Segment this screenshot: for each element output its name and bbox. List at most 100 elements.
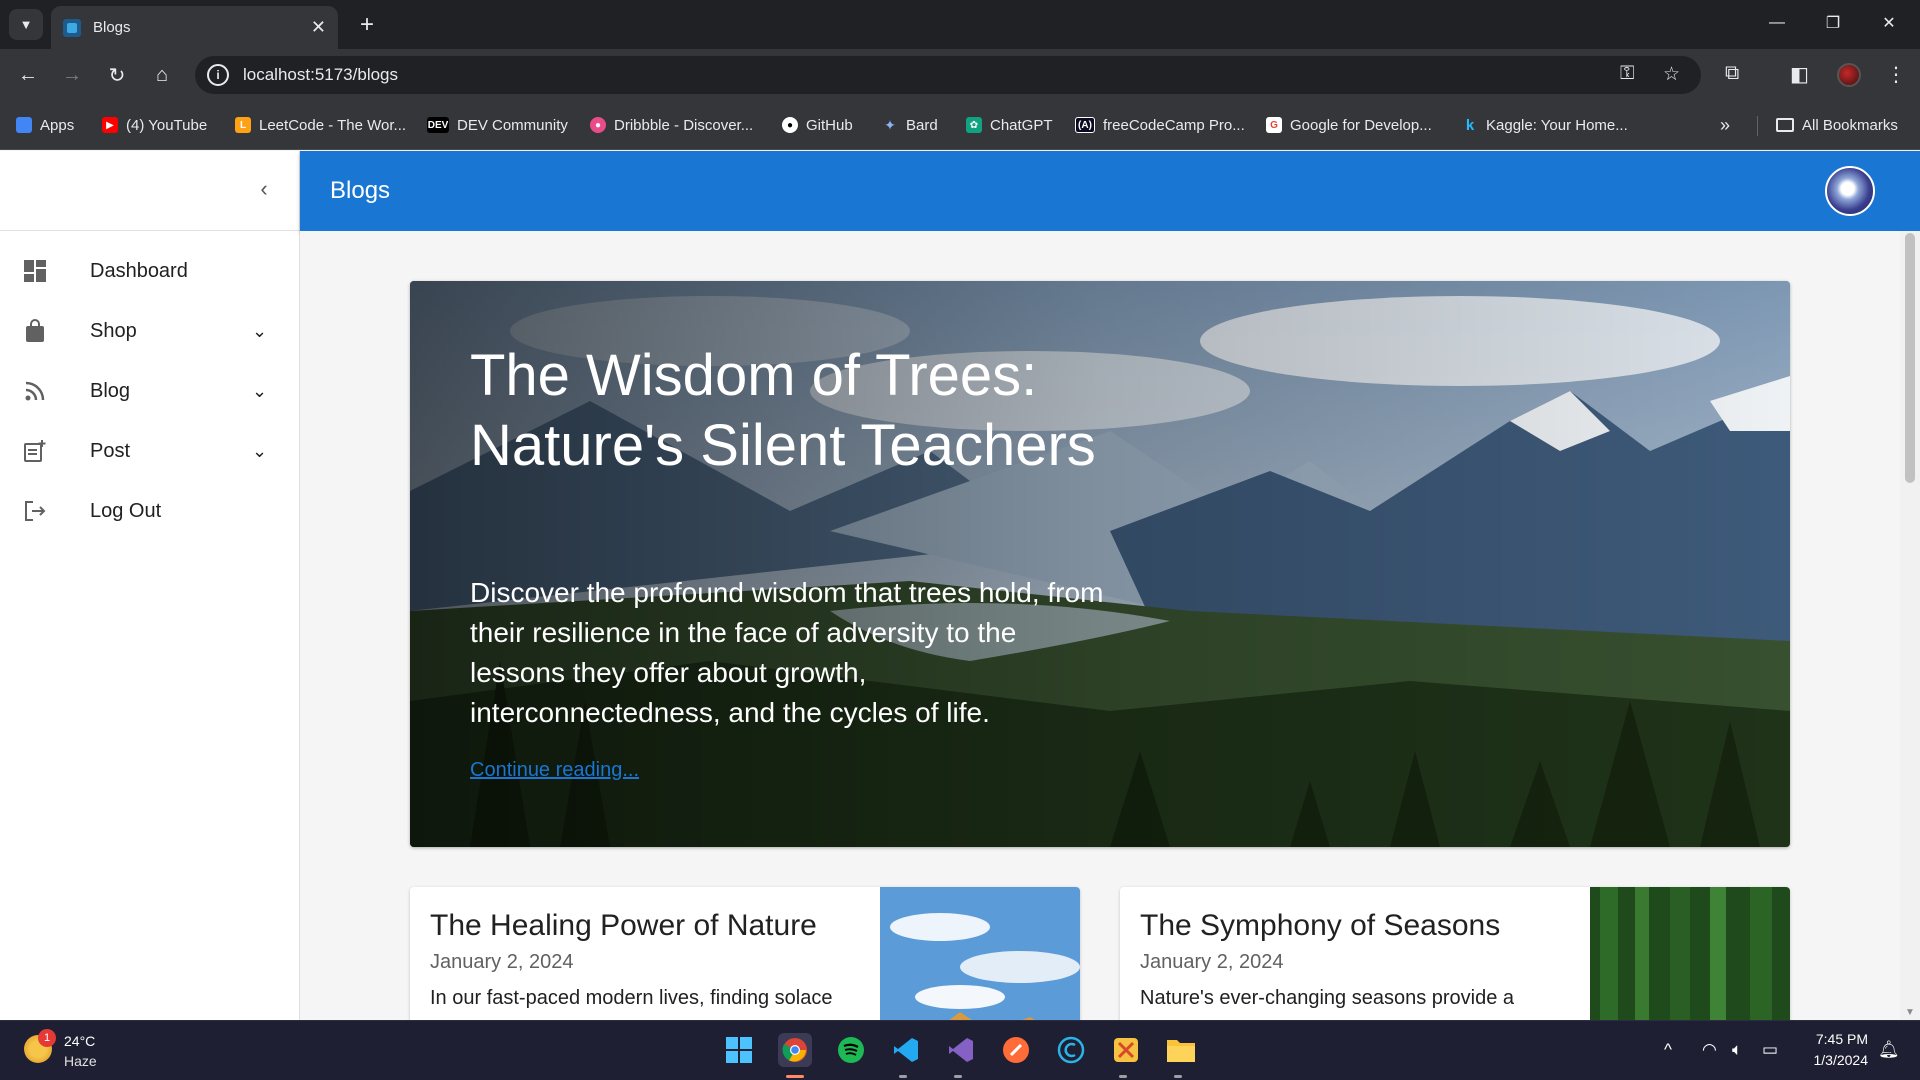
bookmark-chatgpt[interactable]: ✿ ChatGPT — [966, 115, 1053, 135]
kaggle-icon: k — [1465, 116, 1475, 134]
running-app-indicator — [1174, 1075, 1182, 1078]
bookmark-label: Kaggle: Your Home... — [1486, 116, 1628, 134]
wifi-icon[interactable]: ◠ — [1702, 1040, 1717, 1060]
visual-studio-taskbar-button[interactable] — [944, 1033, 978, 1067]
post-excerpt: Nature's ever-changing seasons provide a — [1140, 987, 1515, 1009]
bookmark-apps[interactable]: Apps — [16, 115, 74, 135]
bookmark-label: Bard — [906, 116, 938, 134]
chatgpt-icon: ✿ — [966, 117, 982, 133]
bookmark-freecodecamp[interactable]: (A) freeCodeCamp Pro... — [1075, 115, 1245, 135]
address-bar[interactable]: i localhost:5173/blogs ⚿ ☆ — [195, 56, 1701, 94]
vscode-taskbar-button[interactable] — [889, 1033, 923, 1067]
extensions-icon[interactable]: ⧉ — [1725, 62, 1739, 85]
clock-date[interactable]: 1/3/2024 — [1796, 1052, 1869, 1068]
site-info-icon[interactable]: i — [207, 64, 229, 86]
sidebar-item-blog[interactable]: Blog ⌄ — [0, 361, 300, 421]
home-icon: ⌂ — [155, 63, 169, 86]
postman-icon — [1003, 1037, 1029, 1063]
bookmark-dev-community[interactable]: DEV DEV Community — [427, 115, 568, 135]
tab-title: Blogs — [93, 19, 131, 36]
forward-button[interactable]: → — [56, 59, 88, 91]
sidebar-item-label: Log Out — [90, 499, 162, 522]
bookmark-dribbble[interactable]: ● Dribbble - Discover... — [590, 115, 753, 135]
sidebar-item-label: Dashboard — [90, 259, 188, 282]
sidebar-item-shop[interactable]: Shop ⌄ — [0, 301, 300, 361]
url-text[interactable]: localhost:5173/blogs — [243, 65, 398, 85]
post-card[interactable]: The Healing Power of Nature January 2, 2… — [410, 887, 1080, 1020]
new-tab-button[interactable]: + — [352, 10, 382, 40]
c-app-icon — [1057, 1036, 1085, 1064]
battery-icon[interactable]: ▭ — [1762, 1040, 1778, 1060]
browser-tab-strip: ▼ Blogs ✕ + — ❐ ✕ — [0, 0, 1920, 49]
sidebar-item-post[interactable]: Post ⌄ — [0, 421, 300, 481]
chevron-up-icon[interactable]: ^ — [1664, 1040, 1672, 1060]
chevron-down-icon: ▼ — [19, 17, 33, 32]
sidebar-item-label: Shop — [90, 319, 137, 342]
bookmark-leetcode[interactable]: L LeetCode - The Wor... — [235, 115, 406, 135]
bookmarks-overflow-button[interactable]: » — [1720, 115, 1730, 135]
scrollbar-thumb[interactable] — [1905, 233, 1915, 483]
more-menu-icon[interactable]: ⋮ — [1886, 62, 1906, 87]
dashboard-icon — [22, 258, 48, 284]
tab-close-icon[interactable]: ✕ — [311, 17, 326, 38]
chrome-taskbar-button[interactable] — [778, 1033, 812, 1067]
windows-logo-icon — [726, 1037, 752, 1063]
scroll-down-arrow-icon[interactable]: ▼ — [1904, 1007, 1916, 1018]
chevron-down-icon[interactable]: ⌄ — [252, 441, 267, 462]
side-panel-icon[interactable]: ◧ — [1790, 62, 1809, 87]
post-card[interactable]: The Symphony of Seasons January 2, 2024 … — [1120, 887, 1790, 1020]
weather-condition[interactable]: Haze — [64, 1053, 97, 1069]
volume-icon[interactable]: 🔈︎ — [1732, 1040, 1742, 1060]
snipping-tool-icon — [1114, 1038, 1138, 1062]
cursor-app-taskbar-button[interactable] — [1054, 1033, 1088, 1067]
apps-grid-icon — [16, 117, 32, 133]
restore-button[interactable]: ❐ — [1810, 8, 1856, 38]
running-app-indicator — [899, 1075, 907, 1078]
close-window-button[interactable]: ✕ — [1866, 8, 1912, 38]
sidebar: ‹ Dashboard Shop ⌄ Blog ⌄ Post ⌄ Log Out — [0, 151, 300, 1020]
tab-search-button[interactable]: ▼ — [9, 9, 43, 40]
post-title: The Symphony of Seasons — [1140, 909, 1501, 942]
weather-temperature[interactable]: 24°C — [64, 1033, 95, 1049]
bard-sparkle-icon: ✦ — [884, 116, 896, 133]
visual-studio-icon — [949, 1038, 973, 1062]
sidebar-collapse-button[interactable]: ‹ — [250, 175, 278, 203]
bookmark-youtube[interactable]: ▶ (4) YouTube — [102, 115, 207, 135]
continue-reading-link[interactable]: Continue reading... — [470, 759, 639, 782]
logout-icon — [22, 498, 48, 524]
sidebar-item-dashboard[interactable]: Dashboard — [0, 241, 300, 301]
notification-bell-icon[interactable]: 🔔︎ — [1878, 1040, 1900, 1060]
home-button[interactable]: ⌂ — [146, 59, 178, 91]
back-button[interactable]: ← — [12, 59, 44, 91]
clock-time[interactable]: 7:45 PM — [1808, 1031, 1868, 1047]
folder-icon — [1776, 118, 1794, 132]
all-bookmarks-button[interactable]: All Bookmarks — [1776, 115, 1898, 135]
reload-button[interactable]: ↻ — [101, 59, 133, 91]
windows-taskbar: 1 24°C Haze ^ ◠ 🔈︎ ▭ 7:45 PM 1/3/2024 🔔︎ — [0, 1020, 1920, 1080]
start-button[interactable] — [722, 1033, 756, 1067]
bookmark-github[interactable]: ● GitHub — [782, 115, 853, 135]
weather-badge: 1 — [38, 1029, 56, 1047]
chevron-down-icon[interactable]: ⌄ — [252, 381, 267, 402]
page-scrollbar[interactable]: ▼ — [1900, 231, 1920, 1020]
arrow-right-icon: → — [62, 63, 82, 86]
sidebar-item-logout[interactable]: Log Out — [0, 481, 300, 541]
browser-tab-active[interactable]: Blogs ✕ — [51, 6, 338, 49]
bookmark-google-developers[interactable]: G Google for Develop... — [1266, 115, 1432, 135]
minimize-button[interactable]: — — [1754, 8, 1800, 38]
shopping-bag-icon — [22, 318, 48, 344]
bookmark-bard[interactable]: ✦ Bard — [882, 115, 938, 135]
file-explorer-taskbar-button[interactable] — [1164, 1033, 1198, 1067]
postman-taskbar-button[interactable] — [999, 1033, 1033, 1067]
profile-avatar[interactable] — [1837, 63, 1861, 87]
spotify-taskbar-button[interactable] — [834, 1033, 868, 1067]
chevron-down-icon[interactable]: ⌄ — [252, 321, 267, 342]
app-header: Blogs — [300, 151, 1920, 231]
password-key-icon[interactable]: ⚿ — [1620, 63, 1634, 85]
user-avatar[interactable] — [1825, 166, 1875, 216]
bookmark-kaggle[interactable]: k Kaggle: Your Home... — [1462, 115, 1628, 135]
post-add-icon — [22, 438, 48, 464]
bookmark-label: GitHub — [806, 116, 853, 134]
snipping-tool-taskbar-button[interactable] — [1109, 1033, 1143, 1067]
bookmark-star-icon[interactable]: ☆ — [1663, 63, 1680, 86]
